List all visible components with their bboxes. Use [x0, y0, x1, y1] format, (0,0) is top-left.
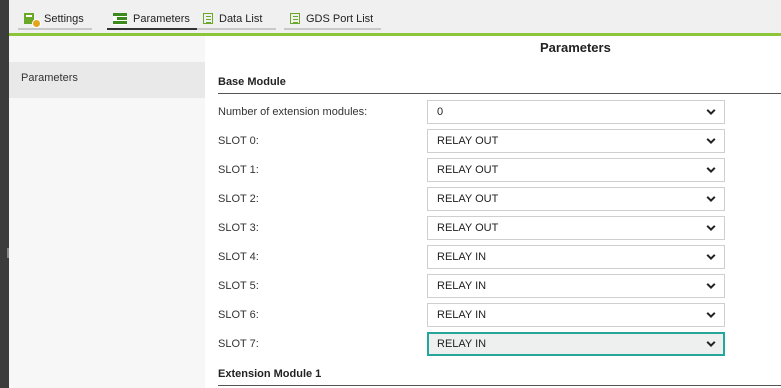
select-value: RELAY IN — [437, 251, 487, 263]
chevron-down-icon — [706, 254, 716, 261]
select-value: RELAY OUT — [437, 193, 499, 205]
tab-data-list[interactable]: Data List — [197, 9, 277, 30]
sidenav-item-parameters[interactable]: Parameters — [9, 62, 205, 98]
chevron-down-icon — [706, 138, 716, 145]
tab-gds-port-list-label: GDS Port List — [306, 12, 374, 25]
tab-settings[interactable]: Settings — [18, 9, 92, 30]
select-value: RELAY IN — [437, 338, 487, 350]
param-label: SLOT 5: — [218, 280, 259, 292]
section-header-extension-module: Extension Module 1 — [218, 368, 781, 386]
tab-data-list-label: Data List — [219, 12, 263, 25]
param-row: SLOT 6: RELAY IN — [218, 303, 781, 327]
chevron-down-icon — [706, 196, 716, 203]
page-title: Parameters — [540, 40, 611, 55]
side-navigation: Parameters — [9, 36, 205, 388]
param-label: SLOT 7: — [218, 338, 259, 350]
chevron-down-icon — [706, 283, 716, 290]
tab-gds-port-list[interactable]: GDS Port List — [284, 9, 382, 30]
select-value: RELAY OUT — [437, 164, 499, 176]
chevron-down-icon — [706, 341, 716, 348]
param-row: SLOT 4: RELAY IN — [218, 245, 781, 269]
param-row: SLOT 1: RELAY OUT — [218, 158, 781, 182]
list-icon — [203, 13, 213, 24]
slot-0-select[interactable]: RELAY OUT — [427, 129, 725, 153]
param-row: SLOT 5: RELAY IN — [218, 274, 781, 298]
select-value: RELAY OUT — [437, 135, 499, 147]
settings-icon — [24, 12, 40, 27]
slot-1-select[interactable]: RELAY OUT — [427, 158, 725, 182]
list-icon — [290, 13, 300, 24]
chevron-down-icon — [706, 167, 716, 174]
param-row: Number of extension modules: 0 — [218, 100, 781, 124]
tab-parameters[interactable]: Parameters — [107, 9, 198, 30]
param-label: Number of extension modules: — [218, 106, 368, 118]
param-row: SLOT 3: RELAY OUT — [218, 216, 781, 240]
select-value: 0 — [437, 106, 444, 118]
param-row: SLOT 7: RELAY IN — [218, 332, 781, 356]
slot-4-select[interactable]: RELAY IN — [427, 245, 725, 269]
slot-5-select[interactable]: RELAY IN — [427, 274, 725, 298]
extension-count-select[interactable]: 0 — [427, 100, 725, 124]
parameters-icon — [113, 12, 127, 25]
chevron-down-icon — [706, 225, 716, 232]
param-label: SLOT 3: — [218, 222, 259, 234]
slot-3-select[interactable]: RELAY OUT — [427, 216, 725, 240]
select-value: RELAY IN — [437, 280, 487, 292]
tab-toolbar: Settings Parameters Data List GDS Port L… — [9, 0, 781, 35]
param-row: SLOT 0: RELAY OUT — [218, 129, 781, 153]
slot-7-select[interactable]: RELAY IN — [427, 332, 725, 356]
tab-parameters-label: Parameters — [133, 12, 190, 25]
param-label: SLOT 2: — [218, 193, 259, 205]
param-label: SLOT 0: — [218, 135, 259, 147]
slot-2-select[interactable]: RELAY OUT — [427, 187, 725, 211]
tab-settings-label: Settings — [44, 12, 84, 25]
select-value: RELAY IN — [437, 309, 487, 321]
select-value: RELAY OUT — [437, 222, 499, 234]
param-label: SLOT 6: — [218, 309, 259, 321]
param-label: SLOT 1: — [218, 164, 259, 176]
left-edge-bar — [0, 0, 9, 388]
param-row: SLOT 2: RELAY OUT — [218, 187, 781, 211]
param-label: SLOT 4: — [218, 251, 259, 263]
slot-6-select[interactable]: RELAY IN — [427, 303, 725, 327]
section-header-base-module: Base Module — [218, 76, 781, 94]
chevron-down-icon — [706, 312, 716, 319]
chevron-down-icon — [706, 109, 716, 116]
